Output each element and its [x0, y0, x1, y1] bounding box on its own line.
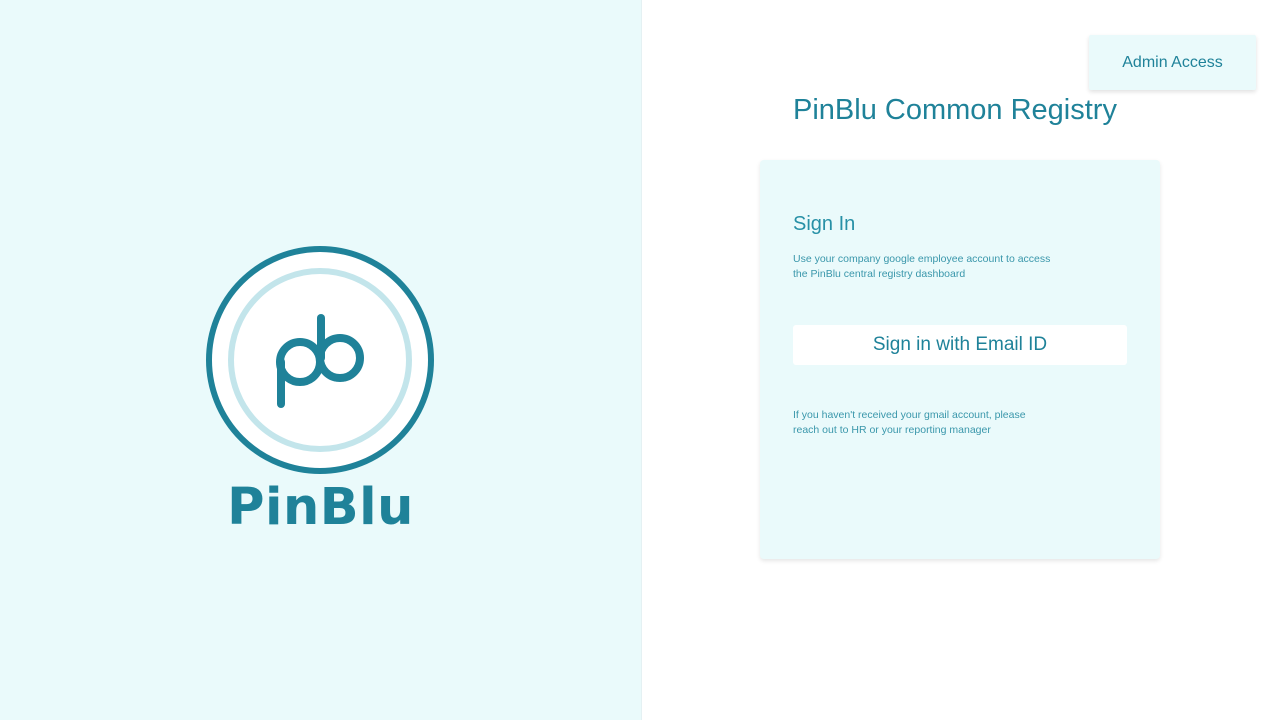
login-page: PinBlu Admin Access PinBlu Common Regist… [0, 0, 1280, 720]
signin-card: Sign In Use your company google employee… [760, 160, 1160, 559]
brand-panel: PinBlu [0, 0, 642, 720]
admin-access-button[interactable]: Admin Access [1089, 35, 1256, 90]
brand-name: PinBlu [227, 478, 414, 537]
pinblu-logo-icon [206, 246, 434, 474]
help-note: If you haven't received your gmail accou… [793, 409, 1026, 436]
page-title: PinBlu Common Registry [793, 94, 1117, 126]
sign-in-email-button[interactable]: Sign in with Email ID [793, 325, 1127, 365]
signin-description: Use your company google employee account… [793, 253, 1051, 280]
signin-heading: Sign In [793, 213, 856, 235]
